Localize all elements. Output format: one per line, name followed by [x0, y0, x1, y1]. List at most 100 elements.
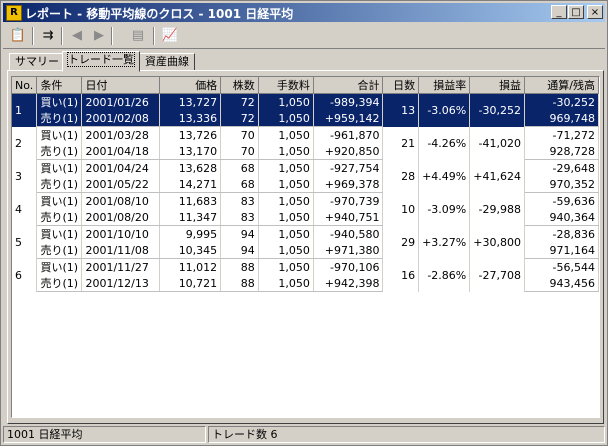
cell-fee: 1,050: [258, 275, 314, 292]
cell-days: 16: [382, 258, 420, 292]
toolbar-separator: [32, 27, 34, 45]
cell-no: 1: [12, 93, 38, 127]
cell-no: 6: [12, 258, 38, 292]
col-days[interactable]: 日数: [382, 77, 420, 94]
cell-days: 28: [382, 159, 420, 193]
toolbar-separator: [153, 27, 155, 45]
trade-table[interactable]: No. 条件 日付 価格 株数 手数料 合計 日数 損益率 損益 通算/残高 1…: [11, 76, 600, 418]
table-row[interactable]: 4 買い(1) 2001/08/10 11,683 83 1,050 -970,739 10-…: [12, 192, 599, 226]
status-trade-count: トレード数 6: [208, 426, 605, 443]
cell-condition: 売り(1): [36, 176, 83, 193]
col-no[interactable]: No.: [12, 77, 38, 94]
cell-total: +969,378: [313, 176, 384, 193]
cell-fee: 1,050: [258, 93, 314, 110]
col-balance[interactable]: 通算/残高: [524, 77, 599, 94]
table-row[interactable]: 1 買い(1) 2001/01/26 13,727 72 1,050 -989,394 13-…: [12, 93, 599, 127]
back-icon[interactable]: ◀: [68, 27, 86, 45]
cell-total: +971,380: [313, 242, 384, 259]
copy-icon[interactable]: ▤: [129, 27, 147, 45]
cell-pnl-rate: -3.06%: [418, 93, 471, 127]
cell-date: 2001/12/13: [81, 275, 161, 292]
cell-pnl-rate: +3.27%: [418, 225, 471, 259]
cell-balance: 970,352: [524, 176, 599, 193]
close-button[interactable]: ×: [587, 5, 603, 19]
cell-no: 2: [12, 126, 38, 160]
cell-balance: -30,252: [524, 93, 599, 110]
cell-total: -927,754: [313, 159, 384, 176]
cell-date: 2001/04/24: [81, 159, 161, 176]
cell-shares: 68: [220, 176, 259, 193]
cell-total: +942,398: [313, 275, 384, 292]
cell-balance: -59,636: [524, 192, 599, 209]
export-icon[interactable]: ⇉: [39, 27, 57, 45]
table-row[interactable]: 6 買い(1) 2001/11/27 11,012 88 1,050 -970,106 16-…: [12, 258, 599, 292]
tab-summary[interactable]: サマリー: [9, 53, 65, 71]
tab-equity-curve[interactable]: 資産曲線: [139, 53, 195, 71]
cell-total: -940,580: [313, 225, 384, 242]
toolbar-separator: [61, 27, 63, 45]
cell-fee: 1,050: [258, 258, 314, 275]
cell-fee: 1,050: [258, 143, 314, 160]
trade-list-panel: No. 条件 日付 価格 株数 手数料 合計 日数 損益率 損益 通算/残高 1…: [7, 70, 604, 424]
cell-shares: 70: [220, 126, 259, 143]
cell-total: -989,394: [313, 93, 384, 110]
table-header: No. 条件 日付 価格 株数 手数料 合計 日数 損益率 損益 通算/残高: [12, 77, 599, 94]
tab-trade-list[interactable]: トレード一覧: [62, 51, 140, 72]
status-symbol: 1001 日経平均: [3, 426, 206, 443]
window-title: レポート - 移動平均線のクロス - 1001 日経平均: [25, 7, 294, 21]
col-pnl-rate[interactable]: 損益率: [418, 77, 471, 94]
col-date[interactable]: 日付: [81, 77, 161, 94]
table-row[interactable]: 2 買い(1) 2001/03/28 13,726 70 1,050 -961,870 21-…: [12, 126, 599, 160]
cell-condition: 買い(1): [36, 93, 83, 110]
forward-icon[interactable]: ▶: [90, 27, 108, 45]
col-total[interactable]: 合計: [313, 77, 384, 94]
cell-condition: 買い(1): [36, 192, 83, 209]
cell-total: +920,850: [313, 143, 384, 160]
cell-condition: 売り(1): [36, 275, 83, 292]
chart-icon[interactable]: 📈: [161, 27, 179, 45]
cell-days: 13: [382, 93, 420, 127]
cell-date: 2001/10/10: [81, 225, 161, 242]
maximize-button[interactable]: □: [568, 5, 584, 19]
cell-total: -970,106: [313, 258, 384, 275]
col-pnl[interactable]: 損益: [469, 77, 525, 94]
cell-shares: 83: [220, 192, 259, 209]
app-icon: R: [6, 5, 22, 21]
cell-shares: 68: [220, 159, 259, 176]
cell-total: +940,751: [313, 209, 384, 226]
cell-price: 14,271: [159, 176, 222, 193]
report-icon[interactable]: 📋: [9, 27, 27, 45]
cell-condition: 売り(1): [36, 209, 83, 226]
cell-days: 10: [382, 192, 420, 226]
cell-date: 2001/01/26: [81, 93, 161, 110]
minimize-button[interactable]: _: [551, 5, 567, 19]
col-condition[interactable]: 条件: [36, 77, 83, 94]
toolbar: 📋 ⇉ ◀ ▶ ▤ 📈: [3, 24, 605, 49]
cell-price: 9,995: [159, 225, 222, 242]
cell-date: 2001/04/18: [81, 143, 161, 160]
cell-price: 13,336: [159, 110, 222, 127]
cell-pnl: +41,624: [469, 159, 525, 193]
cell-date: 2001/02/08: [81, 110, 161, 127]
cell-pnl: -30,252: [469, 93, 525, 127]
cell-price: 11,683: [159, 192, 222, 209]
cell-total: +959,142: [313, 110, 384, 127]
cell-days: 29: [382, 225, 420, 259]
cell-balance: 969,748: [524, 110, 599, 127]
col-price[interactable]: 価格: [159, 77, 222, 94]
cell-days: 21: [382, 126, 420, 160]
cell-date: 2001/03/28: [81, 126, 161, 143]
col-shares[interactable]: 株数: [220, 77, 259, 94]
cell-date: 2001/11/27: [81, 258, 161, 275]
col-fee[interactable]: 手数料: [258, 77, 314, 94]
table-row[interactable]: 5 買い(1) 2001/10/10 9,995 94 1,050 -940,580 29 +3…: [12, 225, 599, 259]
cell-no: 3: [12, 159, 38, 193]
cell-fee: 1,050: [258, 192, 314, 209]
cell-pnl-rate: +4.49%: [418, 159, 471, 193]
cell-price: 13,726: [159, 126, 222, 143]
title-bar[interactable]: R レポート - 移動平均線のクロス - 1001 日経平均 _ □ ×: [3, 3, 605, 22]
table-row[interactable]: 3 買い(1) 2001/04/24 13,628 68 1,050 -927,754 28 +…: [12, 159, 599, 193]
cell-shares: 83: [220, 209, 259, 226]
cell-shares: 70: [220, 143, 259, 160]
cell-price: 13,727: [159, 93, 222, 110]
